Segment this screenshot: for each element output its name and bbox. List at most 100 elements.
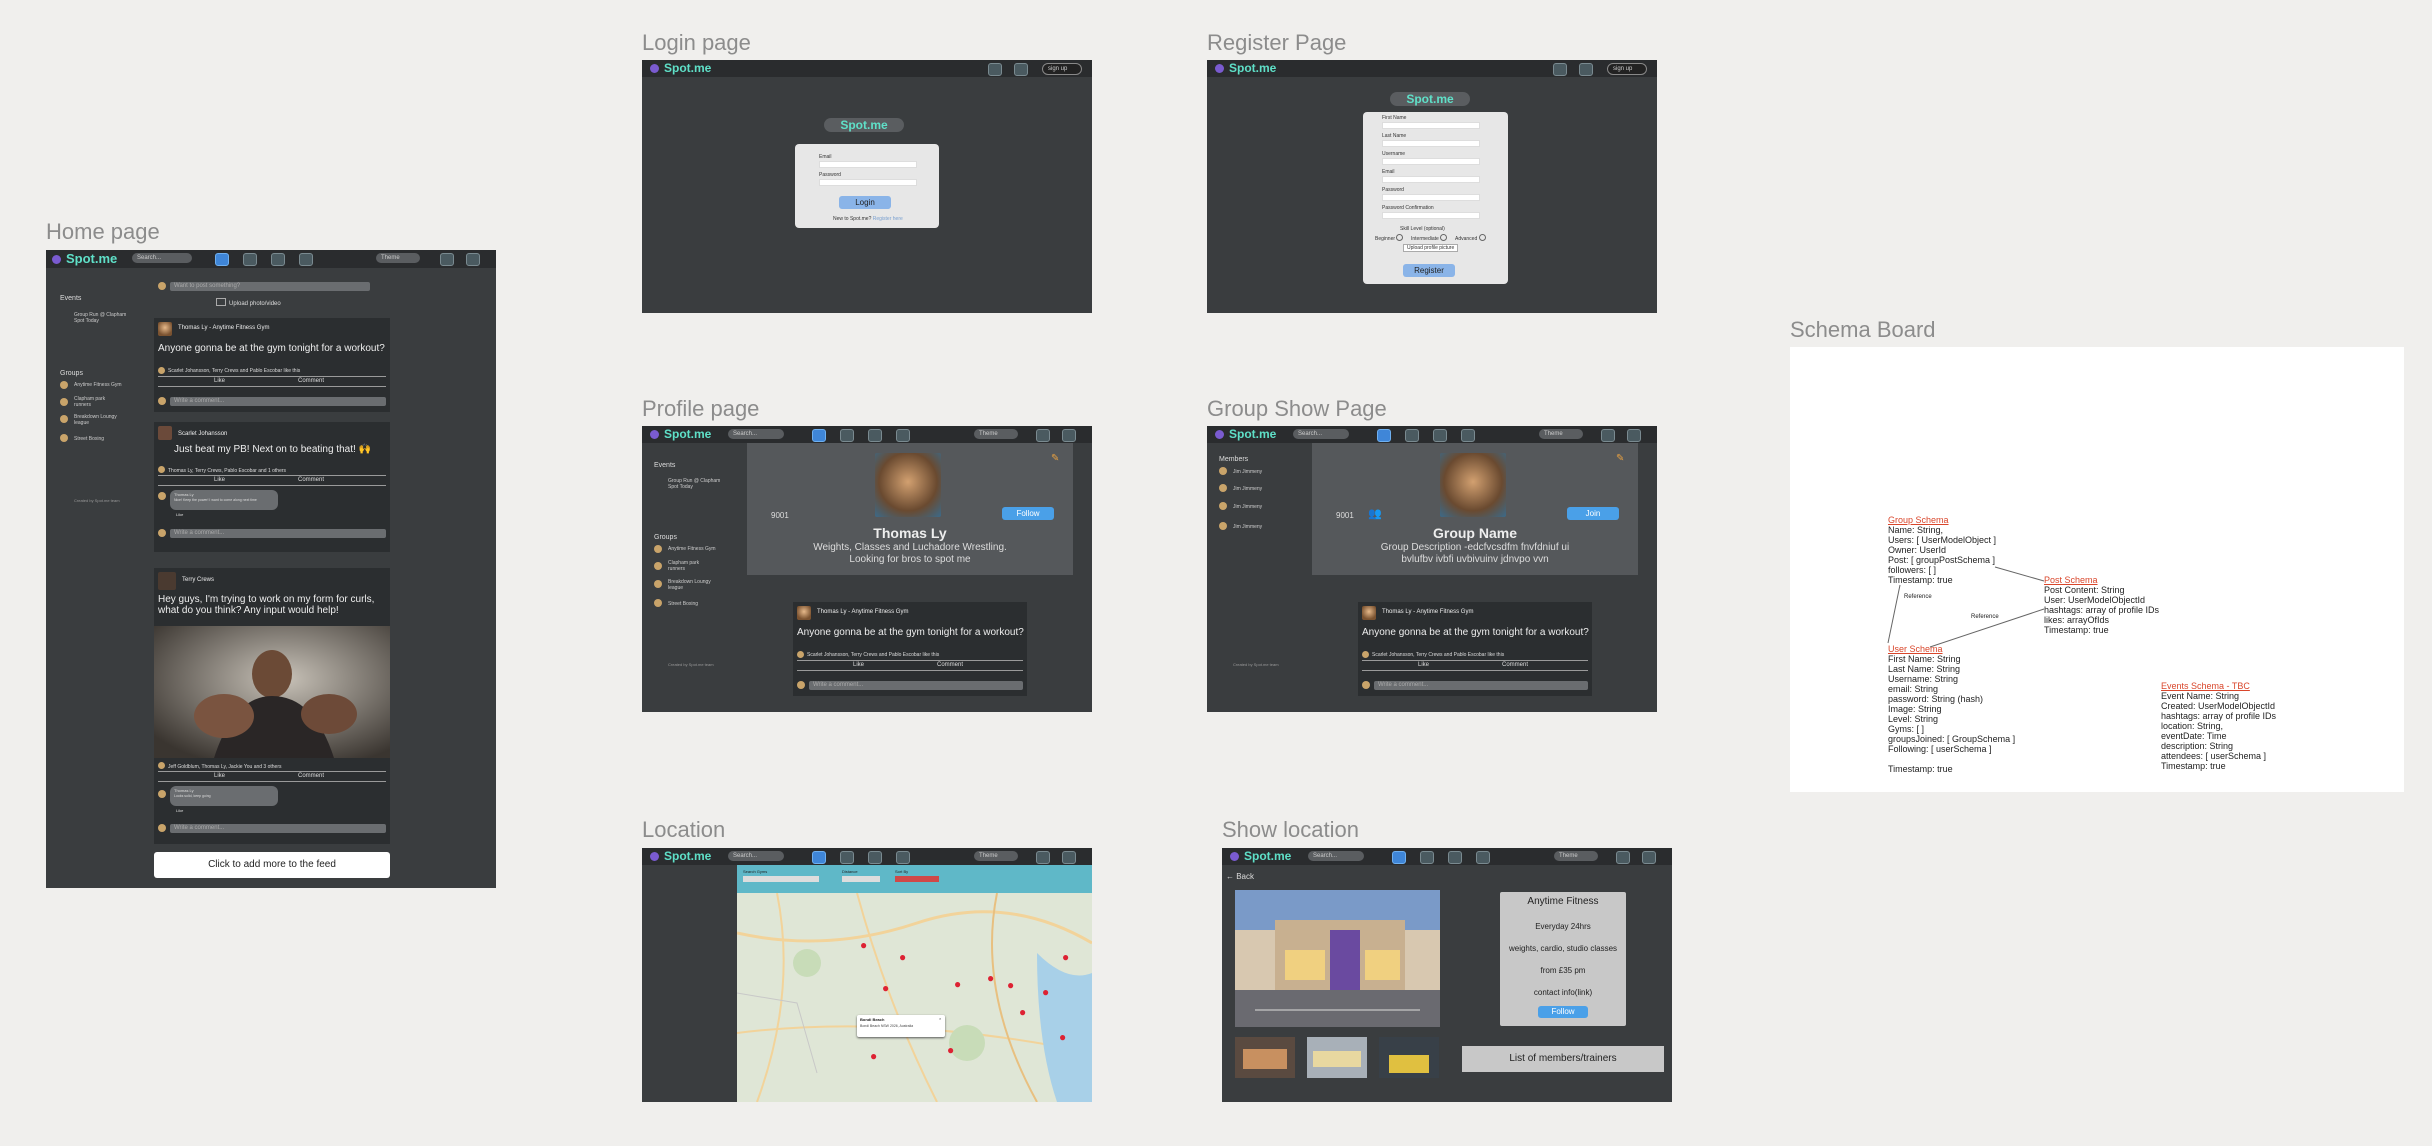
map-pin-icon[interactable]: ● bbox=[882, 981, 889, 995]
post-author[interactable]: Thomas Ly - Anytime Fitness Gym bbox=[1382, 609, 1473, 615]
search-input[interactable]: Search... bbox=[728, 851, 784, 861]
email-field[interactable] bbox=[1382, 176, 1480, 183]
home-nav-icon[interactable] bbox=[812, 429, 826, 442]
follow-gym-button[interactable]: Follow bbox=[1538, 1006, 1588, 1018]
radio-icon[interactable] bbox=[1396, 234, 1404, 241]
group-item[interactable]: Clapham park runners bbox=[668, 560, 708, 572]
groups-nav-icon[interactable] bbox=[840, 429, 854, 442]
group-item-clapham[interactable]: Clapham park runners bbox=[74, 396, 114, 408]
map-pin-icon[interactable]: ● bbox=[1062, 950, 1069, 964]
back-link[interactable]: ← Back bbox=[1226, 872, 1254, 881]
map-pin-icon[interactable]: ● bbox=[1042, 985, 1049, 999]
login-button[interactable]: Login bbox=[839, 196, 891, 209]
comment-button[interactable]: Comment bbox=[298, 378, 324, 384]
comment-input[interactable]: Write a comment... bbox=[170, 824, 386, 833]
follow-button[interactable]: Follow bbox=[1002, 507, 1054, 520]
post-author[interactable]: Scarlet Johansson bbox=[178, 431, 227, 437]
like-button[interactable]: Like bbox=[214, 773, 225, 779]
map-pin-icon[interactable]: ● bbox=[899, 950, 906, 964]
map-pin-icon[interactable]: ● bbox=[860, 938, 867, 952]
notification-icon[interactable] bbox=[1036, 851, 1050, 864]
level-beginner-option[interactable]: Beginner bbox=[1375, 234, 1404, 242]
notification-icon[interactable] bbox=[1036, 429, 1050, 442]
group-item[interactable]: Street Boxing bbox=[668, 601, 698, 607]
map-nav-icon[interactable] bbox=[299, 253, 313, 266]
like-button[interactable]: Like bbox=[214, 378, 225, 384]
popup-close-icon[interactable]: × bbox=[939, 1016, 941, 1021]
events-nav-icon[interactable] bbox=[1433, 429, 1447, 442]
map-pin-icon[interactable]: ● bbox=[1007, 978, 1014, 992]
notification-icon[interactable] bbox=[1601, 429, 1615, 442]
upload-picture-button[interactable]: Upload profile picture bbox=[1403, 244, 1459, 252]
password-field[interactable] bbox=[819, 179, 917, 186]
map-nav-icon[interactable] bbox=[1461, 429, 1475, 442]
map-pin-icon[interactable]: ● bbox=[870, 1049, 877, 1063]
first-name-field[interactable] bbox=[1382, 122, 1480, 129]
signup-button[interactable]: sign up bbox=[1042, 63, 1082, 75]
events-nav-icon[interactable] bbox=[1448, 851, 1462, 864]
theme-toggle[interactable]: Theme bbox=[1539, 429, 1583, 439]
map-pin-icon[interactable]: ● bbox=[1059, 1030, 1066, 1044]
login-icon[interactable] bbox=[1579, 63, 1593, 76]
group-item-anytime[interactable]: Anytime Fitness Gym bbox=[74, 382, 122, 388]
event-item[interactable]: Group Run @ Clapham Spot Today bbox=[668, 478, 728, 490]
comment-like-link[interactable]: Like bbox=[176, 808, 183, 813]
profile-menu-icon[interactable] bbox=[1062, 851, 1076, 864]
gym-thumbnail[interactable] bbox=[1235, 1037, 1295, 1078]
profile-menu-icon[interactable] bbox=[1627, 429, 1641, 442]
email-field[interactable] bbox=[819, 161, 917, 168]
like-button[interactable]: Like bbox=[214, 477, 225, 483]
home-nav-icon[interactable] bbox=[1377, 429, 1391, 442]
comment-input[interactable]: Write a comment... bbox=[1374, 681, 1588, 690]
comment-input[interactable]: Write a comment... bbox=[809, 681, 1023, 690]
member-item[interactable]: Jim Jimmeny bbox=[1233, 469, 1262, 475]
theme-toggle[interactable]: Theme bbox=[376, 253, 420, 263]
notification-icon[interactable] bbox=[1553, 63, 1567, 76]
last-name-field[interactable] bbox=[1382, 140, 1480, 147]
member-item[interactable]: Jim Jimmeny bbox=[1233, 486, 1262, 492]
upload-media-button[interactable]: Upload photo/video bbox=[216, 298, 281, 307]
home-nav-icon[interactable] bbox=[215, 253, 229, 266]
comment-input[interactable]: Write a comment... bbox=[170, 397, 386, 406]
search-input[interactable]: Search... bbox=[1293, 429, 1349, 439]
profile-menu-icon[interactable] bbox=[1642, 851, 1656, 864]
map-nav-icon[interactable] bbox=[896, 429, 910, 442]
notification-icon[interactable] bbox=[440, 253, 454, 266]
level-advanced-option[interactable]: Advanced bbox=[1455, 234, 1486, 242]
events-nav-icon[interactable] bbox=[868, 429, 882, 442]
post-author[interactable]: Terry Crews bbox=[182, 577, 214, 583]
notification-icon[interactable] bbox=[988, 63, 1002, 76]
member-item[interactable]: Jim Jimmeny bbox=[1233, 524, 1262, 530]
events-nav-icon[interactable] bbox=[271, 253, 285, 266]
map-popup[interactable]: Bondi Beach Bondi Beach NSW 2026, Austra… bbox=[857, 1015, 945, 1037]
comment-button[interactable]: Comment bbox=[298, 477, 324, 483]
radio-icon[interactable] bbox=[1478, 234, 1486, 241]
comment-button[interactable]: Comment bbox=[1502, 662, 1528, 668]
members-list-button[interactable]: List of members/trainers bbox=[1462, 1046, 1664, 1072]
gym-thumbnail[interactable] bbox=[1307, 1037, 1367, 1078]
login-icon[interactable] bbox=[1014, 63, 1028, 76]
home-nav-icon[interactable] bbox=[1392, 851, 1406, 864]
password-confirm-field[interactable] bbox=[1382, 212, 1480, 219]
post-author[interactable]: Thomas Ly - Anytime Fitness Gym bbox=[178, 325, 269, 331]
sort-by-field[interactable] bbox=[895, 876, 939, 882]
notification-icon[interactable] bbox=[1616, 851, 1630, 864]
brand-logo[interactable]: Spot.me bbox=[1230, 849, 1291, 863]
like-button[interactable]: Like bbox=[1418, 662, 1429, 668]
groups-nav-icon[interactable] bbox=[840, 851, 854, 864]
brand-logo[interactable]: Spot.me bbox=[1215, 61, 1276, 75]
radio-icon[interactable] bbox=[1440, 234, 1448, 241]
username-field[interactable] bbox=[1382, 158, 1480, 165]
comment-input[interactable]: Write a comment... bbox=[170, 529, 386, 538]
map-view[interactable]: Search Gyms Distance Sort By Bondi Beach… bbox=[737, 865, 1092, 1102]
comment-button[interactable]: Comment bbox=[298, 773, 324, 779]
post-author[interactable]: Thomas Ly - Anytime Fitness Gym bbox=[817, 609, 908, 615]
event-item[interactable]: Group Run @ Clapham Spot Today bbox=[74, 312, 134, 324]
groups-nav-icon[interactable] bbox=[1420, 851, 1434, 864]
register-link[interactable]: Register here bbox=[873, 216, 903, 222]
gym-thumbnail[interactable] bbox=[1379, 1037, 1439, 1078]
groups-nav-icon[interactable] bbox=[243, 253, 257, 266]
map-pin-icon[interactable]: ● bbox=[947, 1043, 954, 1057]
distance-field[interactable] bbox=[842, 876, 880, 882]
brand-logo[interactable]: Spot.me bbox=[650, 427, 711, 441]
